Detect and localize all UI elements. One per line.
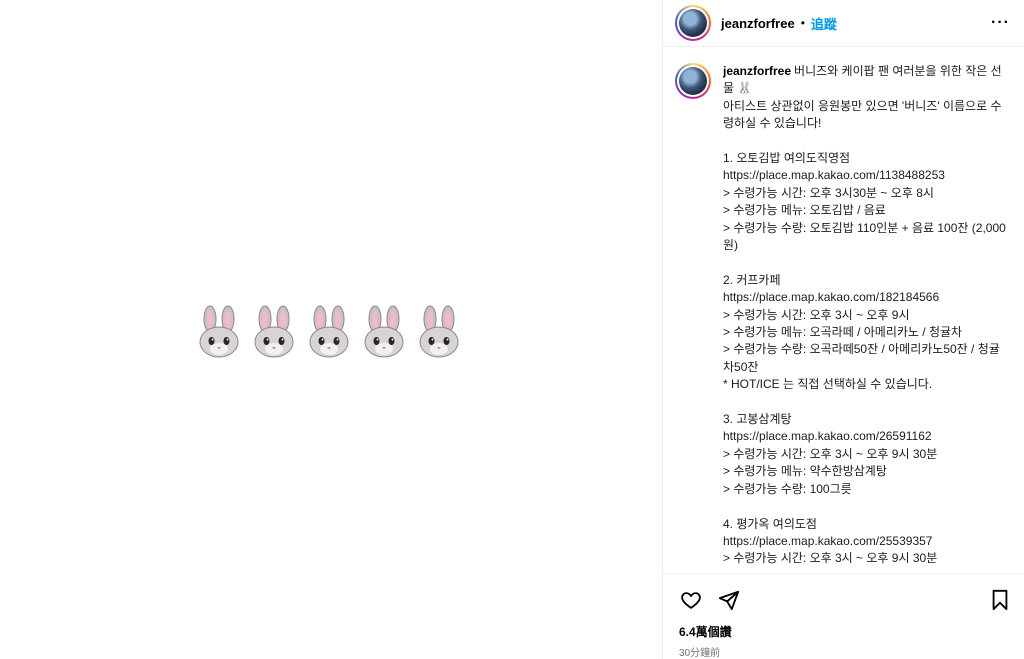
post-sidebar: jeanzforfree • 追蹤 ··· jeanzforfree 버니즈와 케…	[663, 0, 1024, 659]
caption-line: > 수령가능 수량: 100그릇	[723, 481, 852, 496]
more-horizontal-icon[interactable]: ···	[991, 14, 1010, 32]
rabbit-face-icon	[419, 305, 459, 358]
caption-line: https://place.map.kakao.com/1138488253	[723, 168, 945, 183]
caption-username[interactable]: jeanzforfree	[723, 64, 791, 78]
avatar[interactable]	[675, 5, 711, 41]
caption-line: https://place.map.kakao.com/182184566	[723, 290, 940, 305]
caption-line: 4. 평가옥 여의도점	[723, 516, 817, 531]
heart-icon[interactable]	[679, 588, 703, 612]
post-header: jeanzforfree • 追蹤 ···	[663, 0, 1024, 47]
caption-line: https://place.map.kakao.com/25539357	[723, 533, 933, 548]
caption-line: > 수령가능 메뉴: 오토김밥 / 음료	[723, 203, 886, 218]
bookmark-icon[interactable]	[988, 588, 1012, 612]
caption-line: * HOT/ICE 는 직접 선택하실 수 있습니다.	[723, 377, 933, 392]
caption-avatar[interactable]	[675, 63, 711, 99]
caption-line: > 수령가능 시간: 오후 3시 ~ 오후 9시 30분	[723, 551, 938, 566]
rabbit-face-icon	[254, 305, 294, 358]
caption-line: > 수령가능 시간: 오후 3시30분 ~ 오후 8시	[723, 185, 934, 200]
caption-line	[723, 498, 1007, 515]
caption-line: > 수령가능 수량: 오곡라떼50잔 / 아메리카노50잔 / 청귤차50잔	[723, 342, 1000, 374]
caption-line: > 수령가능 시간: 오후 3시 ~ 오후 9시	[723, 307, 910, 322]
post-viewer: jeanzforfree • 追蹤 ··· jeanzforfree 버니즈와 케…	[0, 0, 1024, 659]
action-bar	[663, 574, 1024, 626]
caption-line: 1. 오토김밥 여의도직영점	[723, 151, 851, 166]
caption: jeanzforfree 버니즈와 케이팝 팬 여러분을 위한 작은 선물 🐰 아…	[723, 63, 1007, 573]
caption-first-line: jeanzforfree 버니즈와 케이팝 팬 여러분을 위한 작은 선물 🐰	[723, 63, 1007, 98]
share-icon[interactable]	[717, 588, 741, 612]
bunny-emoji-row	[195, 305, 463, 359]
follow-button[interactable]: 追蹤	[811, 14, 837, 33]
post-time[interactable]: 30分鐘前	[663, 640, 1024, 659]
caption-line	[723, 133, 1007, 150]
comments-area[interactable]: jeanzforfree 버니즈와 케이팝 팬 여러분을 위한 작은 선물 🐰 아…	[663, 47, 1024, 574]
caption-line: > 수령가능 시간: 오후 3시 ~ 오후 9시 30분	[723, 446, 938, 461]
caption-line: > 수령가능 수량: 오토김밥 110인분 + 음료 100잔 (2,000원)	[723, 220, 1006, 253]
caption-line: 2. 커프카페	[723, 272, 781, 287]
likes-count[interactable]: 6.4萬個讚	[663, 623, 1024, 640]
caption-line: 3. 고봉삼계탕	[723, 412, 792, 427]
separator-dot: •	[800, 16, 805, 30]
caption-line: 아티스트 상관없이 응원봉만 있으면 '버니즈' 이름으로 수령하실 수 있습니…	[723, 98, 1002, 131]
rabbit-face-icon	[309, 305, 349, 358]
caption-line: > 수령가능 메뉴: 약수한방삼계탕	[723, 464, 887, 479]
caption-line	[723, 254, 1007, 271]
caption-line: > 수령가능 메뉴: 오곡라떼 / 아메리카노 / 청귤차	[723, 325, 963, 340]
rabbit-face-icon	[364, 305, 404, 358]
post-media[interactable]	[0, 0, 663, 659]
caption-line	[723, 394, 1007, 411]
caption-line: https://place.map.kakao.com/26591162	[723, 429, 932, 444]
username-link[interactable]: jeanzforfree	[721, 16, 795, 31]
rabbit-face-icon	[199, 305, 239, 358]
